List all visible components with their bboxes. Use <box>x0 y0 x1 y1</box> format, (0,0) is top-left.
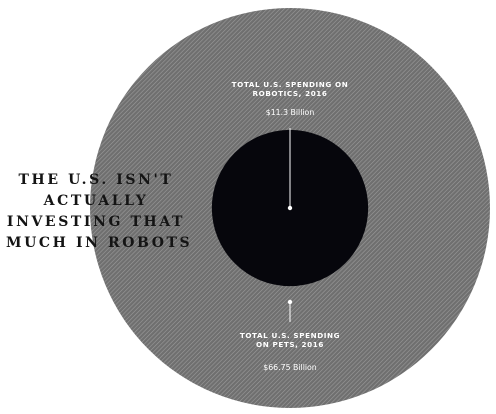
robotics-label-title-1: TOTAL U.S. SPENDING ON <box>231 80 349 89</box>
headline-line-3: INVESTING THAT <box>6 214 186 230</box>
pets-label: TOTAL U.S. SPENDING ON PETS, 2016 $66.75… <box>215 331 365 373</box>
robotics-center-dot <box>287 205 293 211</box>
robotics-label: TOTAL U.S. SPENDING ON ROBOTICS, 2016 $1… <box>215 80 365 118</box>
pets-label-title-2: ON PETS, 2016 <box>256 340 324 349</box>
headline-line-1: THE U.S. ISN'T <box>18 172 174 188</box>
headline: THE U.S. ISN'T ACTUALLY INVESTING THAT M… <box>6 170 193 254</box>
chart-stage: THE U.S. ISN'T ACTUALLY INVESTING THAT M… <box>0 0 496 414</box>
pets-value-label: $66.75 Billion <box>263 363 317 372</box>
robotics-label-title-2: ROBOTICS, 2016 <box>252 89 328 98</box>
headline-line-4: MUCH IN ROBOTS <box>6 235 193 251</box>
pets-label-title-1: TOTAL U.S. SPENDING <box>239 331 341 340</box>
headline-line-2: ACTUALLY <box>43 193 149 209</box>
robotics-value-label: $11.3 Billion <box>265 108 315 117</box>
